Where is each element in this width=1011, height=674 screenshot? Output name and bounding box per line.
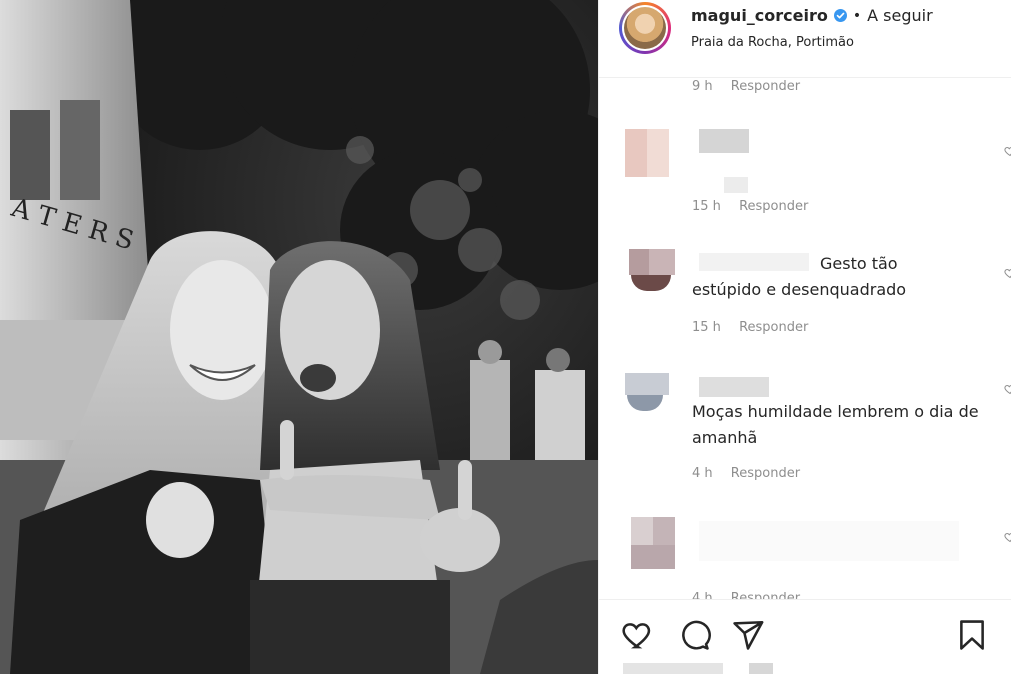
- comment-text-line: estúpido e desenquadrado: [692, 280, 907, 299]
- post-header: magui_corceiro • A seguir Praia da Rocha…: [599, 0, 1011, 78]
- follow-status-button[interactable]: A seguir: [867, 6, 933, 25]
- comment-time: 15 h: [692, 320, 721, 335]
- comment-time: 4 h: [692, 466, 713, 481]
- author-row: magui_corceiro • A seguir: [691, 6, 933, 25]
- comment-like-icon[interactable]: [1004, 145, 1011, 157]
- comment-text: Gesto tão estúpido e desenquadrado: [692, 251, 992, 303]
- send-icon[interactable]: [731, 618, 765, 652]
- verified-badge-icon: [833, 9, 847, 22]
- comment-avatar[interactable]: [619, 249, 675, 305]
- post-photo[interactable]: A T E R S: [0, 0, 598, 674]
- blurred-text: [724, 177, 748, 193]
- comment-like-icon[interactable]: [1004, 383, 1011, 395]
- comment-like-icon[interactable]: [1004, 267, 1011, 279]
- comment-text-line: Gesto tão: [820, 254, 898, 273]
- comment-text: Moças humildade lembrem o dia de amanhã: [692, 402, 979, 447]
- blurred-username: [699, 129, 749, 153]
- heart-icon[interactable]: [621, 618, 655, 652]
- comment-meta: 4 h Responder: [692, 466, 814, 481]
- comment-item: Moças humildade lembrem o dia de amanhã …: [599, 371, 1011, 481]
- post-photo-image: A T E R S: [0, 0, 598, 674]
- reply-button[interactable]: Responder: [731, 79, 800, 94]
- blurred-text: [699, 521, 959, 561]
- post-detail-panel: magui_corceiro • A seguir Praia da Rocha…: [598, 0, 1011, 674]
- reply-button[interactable]: Responder: [731, 591, 800, 599]
- comment-meta: 9 h Responder: [692, 79, 814, 94]
- comment-like-icon[interactable]: [1004, 531, 1011, 543]
- blurred-username: [699, 377, 769, 397]
- comment-icon[interactable]: [677, 618, 711, 652]
- comment-time: 4 h: [692, 591, 713, 599]
- comment-avatar[interactable]: [619, 515, 675, 571]
- comment-avatar[interactable]: [619, 373, 675, 429]
- comment-meta: 4 h Responder: [692, 591, 814, 599]
- comment-meta: 15 h Responder: [692, 320, 822, 335]
- author-avatar[interactable]: [619, 2, 671, 54]
- comment-item: 4 h Responder: [599, 515, 1011, 599]
- post-actions-bar: [599, 599, 1011, 674]
- comment-item: 15 h Responder: [599, 125, 1011, 225]
- follow-separator: •: [852, 7, 862, 24]
- blurred-likes: [623, 663, 1003, 674]
- comment-meta: 15 h Responder: [692, 199, 822, 214]
- comments-list[interactable]: 9 h Responder 15 h Responder Gesto tão e…: [599, 79, 1011, 599]
- author-username[interactable]: magui_corceiro: [691, 6, 828, 25]
- bookmark-icon[interactable]: [955, 618, 989, 652]
- comment-time: 15 h: [692, 199, 721, 214]
- comment-avatar[interactable]: [619, 125, 675, 181]
- comment-item: Gesto tão estúpido e desenquadrado 15 h …: [599, 247, 1011, 347]
- reply-button[interactable]: Responder: [731, 466, 800, 481]
- post-location[interactable]: Praia da Rocha, Portimão: [691, 35, 854, 50]
- reply-button[interactable]: Responder: [739, 320, 808, 335]
- comment-time: 9 h: [692, 79, 713, 94]
- reply-button[interactable]: Responder: [739, 199, 808, 214]
